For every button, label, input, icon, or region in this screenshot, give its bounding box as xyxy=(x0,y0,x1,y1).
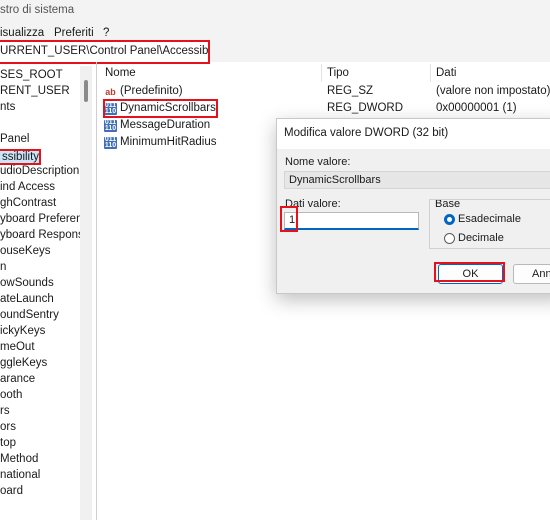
tree-item[interactable]: ors xyxy=(0,421,16,437)
value-name: (Predefinito) xyxy=(120,85,183,97)
window-title: stro di sistema xyxy=(0,4,75,16)
tree-item[interactable]: ggleKeys xyxy=(0,357,47,373)
column-name[interactable]: Nome xyxy=(105,67,136,79)
radio-hex-label[interactable]: Esadecimale xyxy=(458,213,521,225)
registry-tree: SES_ROOT RENT_USER nts Panel ssibility udioDe… xyxy=(0,66,80,520)
value-data: (valore non impostato) xyxy=(436,85,550,97)
binary-value-icon: 011 110 xyxy=(104,119,117,132)
edit-dword-dialog: Modifica valore DWORD (32 bit) Nome valo… xyxy=(276,118,550,294)
value-name-field: DynamicScrollbars xyxy=(284,171,550,189)
tree-item[interactable]: ouseKeys xyxy=(0,245,51,261)
tree-item[interactable]: n xyxy=(0,261,6,277)
value-type: REG_SZ xyxy=(327,85,374,97)
string-value-icon: ab xyxy=(105,87,116,97)
highlight-box-value-name xyxy=(103,99,218,118)
dialog-title-bar: Modifica valore DWORD (32 bit) xyxy=(277,119,550,149)
column-divider[interactable] xyxy=(430,64,431,82)
radio-hex[interactable] xyxy=(444,214,455,225)
highlight-box-value-data xyxy=(280,206,298,232)
column-type[interactable]: Tipo xyxy=(327,67,349,79)
tree-item[interactable]: yboard Preferen xyxy=(0,213,80,229)
tree-item[interactable]: arance xyxy=(0,373,35,389)
tree-item[interactable]: RENT_USER xyxy=(0,85,70,101)
tree-item[interactable]: ind Access xyxy=(0,181,55,197)
value-type: REG_DWORD xyxy=(327,102,404,114)
tree-scrollbar-thumb[interactable] xyxy=(84,80,88,102)
tree-item[interactable]: ickyKeys xyxy=(0,325,45,341)
menu-favorites[interactable]: Preferiti xyxy=(54,27,94,39)
tree-item[interactable]: udioDescription xyxy=(0,165,79,181)
tree-item[interactable]: ooth xyxy=(0,389,22,405)
tree-item[interactable]: ateLaunch xyxy=(0,293,54,309)
list-header: Nome Tipo Dati xyxy=(97,64,550,82)
tree-item[interactable]: ssibility xyxy=(0,149,42,165)
tree-item[interactable]: ghContrast xyxy=(0,197,56,213)
tree-scrollbar[interactable] xyxy=(80,66,92,520)
tree-item[interactable]: yboard Respons xyxy=(0,229,80,245)
tree-item[interactable]: oundSentry xyxy=(0,309,59,325)
tree-item[interactable]: oard xyxy=(0,485,23,501)
radio-dec-label[interactable]: Decimale xyxy=(458,232,504,244)
tree-item[interactable]: nts xyxy=(0,101,15,117)
binary-value-icon: 011 110 xyxy=(104,136,117,149)
tree-item[interactable]: national xyxy=(0,469,40,485)
column-data[interactable]: Dati xyxy=(436,67,456,79)
title-bar: stro di sistema xyxy=(0,0,550,24)
radio-dec[interactable] xyxy=(444,233,455,244)
column-divider[interactable] xyxy=(321,64,322,82)
value-name: MessageDuration xyxy=(120,119,211,131)
highlight-box-ok xyxy=(434,262,505,282)
tree-item[interactable]: owSounds xyxy=(0,277,54,293)
tree-item[interactable]: rs xyxy=(0,405,10,421)
dialog-title: Modifica valore DWORD (32 bit) xyxy=(284,127,449,139)
value-data-input[interactable]: 1 xyxy=(284,212,419,230)
tree-item[interactable]: Panel xyxy=(0,133,29,149)
value-name: MinimumHitRadius xyxy=(120,136,217,148)
tree-item[interactable]: meOut xyxy=(0,341,35,357)
menu-view[interactable]: isualizza xyxy=(0,27,44,39)
menu-help[interactable]: ? xyxy=(103,27,109,39)
tree-item[interactable]: Method xyxy=(0,453,38,469)
value-data: 0x00000001 (1) xyxy=(436,102,517,114)
tree-item[interactable]: SES_ROOT xyxy=(0,69,63,85)
value-name-label: Nome valore: xyxy=(285,156,351,168)
address-bar[interactable]: URRENT_USER\Control Panel\Accessibility xyxy=(0,40,210,64)
tree-item[interactable]: top xyxy=(0,437,16,453)
cancel-button[interactable]: Ann xyxy=(513,264,550,284)
